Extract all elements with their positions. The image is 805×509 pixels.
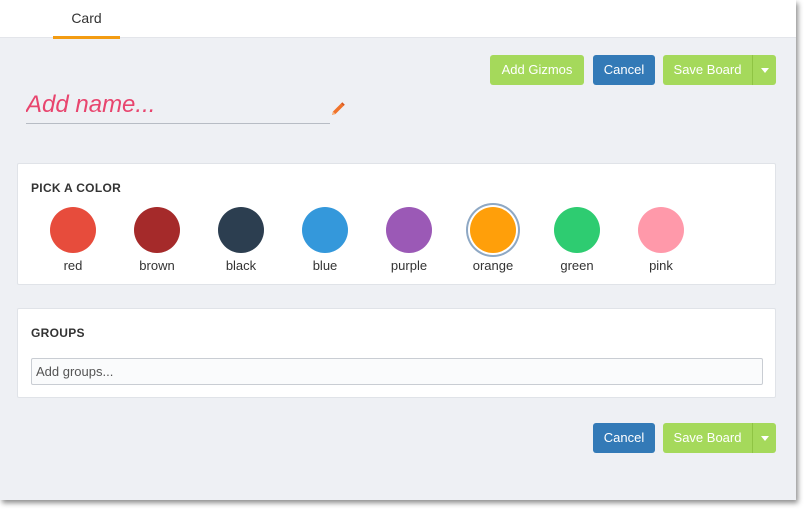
cancel-button[interactable]: Cancel xyxy=(593,55,655,85)
color-label: blue xyxy=(312,258,338,273)
color-option-brown[interactable]: brown xyxy=(122,207,192,273)
color-label: orange xyxy=(472,258,514,273)
name-field-wrapper xyxy=(26,88,330,124)
footer-cancel-button[interactable]: Cancel xyxy=(593,423,655,453)
color-option-black[interactable]: black xyxy=(206,207,276,273)
color-label: red xyxy=(63,258,83,273)
color-label: brown xyxy=(139,258,175,273)
color-panel: PICK A COLOR red brown black blue purple… xyxy=(17,163,776,285)
groups-input[interactable] xyxy=(31,358,763,385)
color-option-orange[interactable]: orange xyxy=(458,207,528,273)
color-option-purple[interactable]: purple xyxy=(374,207,444,273)
card-editor-window: Card Add Gizmos Cancel Save Board PICK A… xyxy=(0,0,796,500)
groups-panel: GROUPS xyxy=(17,308,776,398)
caret-down-icon xyxy=(760,435,769,441)
color-swatch[interactable] xyxy=(386,207,432,253)
color-swatch[interactable] xyxy=(50,207,96,253)
color-label: pink xyxy=(649,258,673,273)
color-option-red[interactable]: red xyxy=(38,207,108,273)
save-board-split-button: Save Board xyxy=(663,55,776,85)
color-swatch[interactable] xyxy=(218,207,264,253)
color-swatch[interactable] xyxy=(134,207,180,253)
save-board-button[interactable]: Save Board xyxy=(663,55,752,85)
add-gizmos-button[interactable]: Add Gizmos xyxy=(490,55,584,85)
color-option-pink[interactable]: pink xyxy=(626,207,696,273)
groups-panel-title: GROUPS xyxy=(31,326,85,340)
color-swatch-selected[interactable] xyxy=(470,207,516,253)
color-label: purple xyxy=(390,258,428,273)
pencil-icon[interactable] xyxy=(330,101,346,117)
color-option-green[interactable]: green xyxy=(542,207,612,273)
color-swatch[interactable] xyxy=(638,207,684,253)
color-swatch[interactable] xyxy=(554,207,600,253)
save-board-dropdown-toggle[interactable] xyxy=(752,55,776,85)
footer-save-board-button[interactable]: Save Board xyxy=(663,423,752,453)
color-option-blue[interactable]: blue xyxy=(290,207,360,273)
footer-save-board-dropdown-toggle[interactable] xyxy=(752,423,776,453)
tab-card[interactable]: Card xyxy=(53,0,120,39)
footer-save-board-split-button: Save Board xyxy=(663,423,776,453)
color-panel-title: PICK A COLOR xyxy=(31,181,122,195)
color-swatch[interactable] xyxy=(302,207,348,253)
color-label: green xyxy=(560,258,594,273)
caret-down-icon xyxy=(760,67,769,73)
name-input[interactable] xyxy=(26,88,330,122)
tab-bar: Card xyxy=(0,0,796,39)
color-label: black xyxy=(225,258,257,273)
